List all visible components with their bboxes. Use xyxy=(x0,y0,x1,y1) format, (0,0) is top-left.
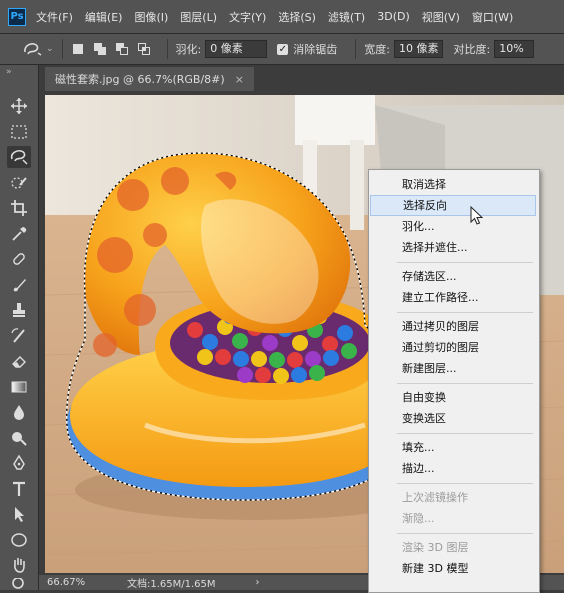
document-info: 文档:1.65M/1.65M xyxy=(127,579,216,590)
menu-item-transform-selection[interactable]: 变换选区 xyxy=(370,408,536,429)
menu-filter[interactable]: 滤镜(T) xyxy=(328,9,365,25)
add-selection-icon[interactable] xyxy=(93,42,107,56)
menu-separator xyxy=(397,383,533,384)
context-menu: 取消选择 选择反向 羽化... 选择并遮住... 存储选区... 建立工作路径.… xyxy=(368,169,540,593)
menu-separator xyxy=(397,262,533,263)
document-title: 磁性套索.jpg @ 66.7%(RGB/8#) xyxy=(55,73,225,86)
intersect-selection-icon[interactable] xyxy=(137,42,151,56)
menu-item-select-inverse[interactable]: 选择反向 xyxy=(370,195,536,216)
magnetic-lasso-tool-icon[interactable] xyxy=(7,146,31,168)
menu-separator xyxy=(397,433,533,434)
quick-selection-tool-icon[interactable] xyxy=(7,172,31,194)
divider xyxy=(61,39,63,59)
preset-dropdown-icon[interactable]: ⌄ xyxy=(46,44,54,54)
eraser-tool-icon[interactable] xyxy=(7,350,31,372)
blur-tool-icon[interactable] xyxy=(7,401,31,423)
menu-item-new-layer[interactable]: 新建图层... xyxy=(370,358,536,379)
document-tab-bar: 磁性套索.jpg @ 66.7%(RGB/8#) × xyxy=(39,65,564,91)
zoom-tool-icon[interactable] xyxy=(7,578,31,590)
mouse-cursor-icon xyxy=(470,206,484,225)
menu-item-fade: 渐隐... xyxy=(402,512,435,525)
menu-item-free-transform[interactable]: 自由变换 xyxy=(370,387,536,408)
new-selection-icon[interactable] xyxy=(71,42,85,56)
brush-tool-icon[interactable] xyxy=(7,274,31,296)
menu-separator xyxy=(397,483,533,484)
menu-item-make-work-path[interactable]: 建立工作路径... xyxy=(370,287,536,308)
antialias-checkbox[interactable]: ✓ xyxy=(277,43,289,55)
status-expand-icon[interactable]: › xyxy=(256,577,260,588)
menu-separator xyxy=(397,533,533,534)
menu-select[interactable]: 选择(S) xyxy=(278,9,316,25)
hand-tool-icon[interactable] xyxy=(7,554,31,576)
contrast-input[interactable]: 10% xyxy=(494,40,535,58)
dodge-tool-icon[interactable] xyxy=(7,427,31,449)
menu-3d[interactable]: 3D(D) xyxy=(377,10,410,23)
feather-label: 羽化: xyxy=(175,43,202,56)
subtract-selection-icon[interactable] xyxy=(115,42,129,56)
menu-item-last-filter: 上次滤镜操作 xyxy=(402,491,468,504)
menu-item-stroke[interactable]: 描边... xyxy=(370,458,536,479)
menu-edit[interactable]: 编辑(E) xyxy=(85,9,123,25)
menu-item-select-and-mask[interactable]: 选择并遮住... xyxy=(370,237,536,258)
menu-item-new-3d-model[interactable]: 新建 3D 模型 xyxy=(370,558,536,579)
menu-separator xyxy=(397,312,533,313)
eyedropper-tool-icon[interactable] xyxy=(7,223,31,245)
menu-image[interactable]: 图像(I) xyxy=(134,9,168,25)
healing-brush-tool-icon[interactable] xyxy=(7,248,31,270)
menu-item-deselect[interactable]: 取消选择 xyxy=(370,174,536,195)
menu-type[interactable]: 文字(Y) xyxy=(229,9,266,25)
type-tool-icon[interactable] xyxy=(7,478,31,500)
divider xyxy=(355,39,357,59)
menu-window[interactable]: 窗口(W) xyxy=(472,9,513,25)
close-icon[interactable]: × xyxy=(235,73,244,86)
options-bar: ⌄ 羽化: 0 像素 ✓ 消除锯齿 宽度: 10 像素 对比度: 10% xyxy=(0,34,564,65)
menu-file[interactable]: 文件(F) xyxy=(36,9,73,25)
path-selection-tool-icon[interactable] xyxy=(7,503,31,525)
gradient-tool-icon[interactable] xyxy=(7,376,31,398)
menu-item-save-selection[interactable]: 存储选区... xyxy=(370,266,536,287)
tool-preset-icon[interactable] xyxy=(22,40,44,58)
move-tool-icon[interactable] xyxy=(7,95,31,117)
crop-tool-icon[interactable] xyxy=(7,197,31,219)
menu-bar: Ps 文件(F) 编辑(E) 图像(I) 图层(L) 文字(Y) 选择(S) 滤… xyxy=(0,0,564,34)
menu-item-fill[interactable]: 填充... xyxy=(370,437,536,458)
divider xyxy=(166,39,168,59)
contrast-label: 对比度: xyxy=(453,43,491,56)
antialias-label: 消除锯齿 xyxy=(293,43,338,56)
marquee-tool-icon[interactable] xyxy=(7,121,31,143)
tools-panel: » xyxy=(0,65,39,590)
document-tab[interactable]: 磁性套索.jpg @ 66.7%(RGB/8#) × xyxy=(45,67,254,91)
menu-item-render-3d-layer: 渲染 3D 图层 xyxy=(402,541,469,554)
ellipse-tool-icon[interactable] xyxy=(7,529,31,551)
menu-item-layer-via-cut[interactable]: 通过剪切的图层 xyxy=(370,337,536,358)
menu-layer[interactable]: 图层(L) xyxy=(180,9,217,25)
width-input[interactable]: 10 像素 xyxy=(393,40,444,58)
width-label: 宽度: xyxy=(364,43,390,56)
zoom-level[interactable]: 66.67% xyxy=(47,577,107,588)
panel-collapse-icon[interactable]: » xyxy=(6,67,12,77)
menu-item-feather[interactable]: 羽化... xyxy=(370,216,536,237)
menu-item-layer-via-copy[interactable]: 通过拷贝的图层 xyxy=(370,316,536,337)
history-brush-tool-icon[interactable] xyxy=(7,325,31,347)
clone-stamp-tool-icon[interactable] xyxy=(7,299,31,321)
pen-tool-icon[interactable] xyxy=(7,452,31,474)
photoshop-logo: Ps xyxy=(8,7,26,26)
menu-view[interactable]: 视图(V) xyxy=(422,9,460,25)
feather-input[interactable]: 0 像素 xyxy=(205,40,268,58)
